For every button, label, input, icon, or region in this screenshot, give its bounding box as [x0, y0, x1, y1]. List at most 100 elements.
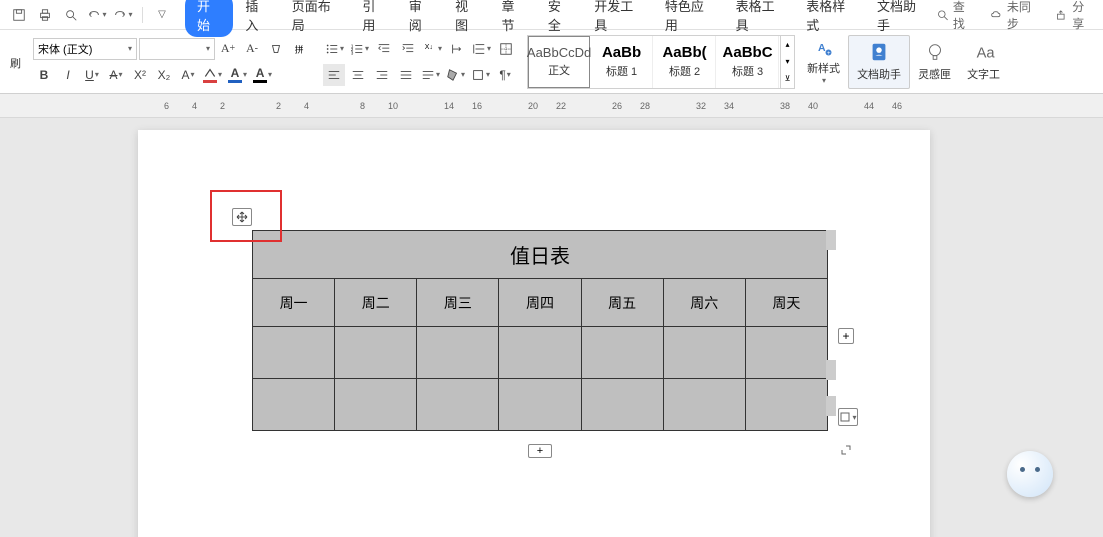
table-cell[interactable] [581, 379, 663, 431]
table-cell[interactable] [335, 379, 417, 431]
line-spacing-button[interactable]: ▾ [470, 38, 493, 60]
format-painter-button[interactable]: 刷 [10, 52, 21, 71]
search-label: 查找 [953, 0, 976, 32]
table-cell[interactable] [499, 379, 581, 431]
tab-doc-helper[interactable]: 文档助手 [867, 0, 936, 38]
table-cell[interactable] [663, 379, 745, 431]
sort-button[interactable]: X↓▾ [421, 38, 444, 60]
number-list-button[interactable]: 123▾ [348, 38, 371, 60]
font-size-combo[interactable]: ▾ [139, 38, 215, 60]
style-label: 正文 [548, 62, 570, 78]
style-down-icon[interactable]: ▾ [781, 53, 794, 70]
bold-button[interactable]: B [33, 64, 55, 86]
text-effect-button[interactable]: A▾ [177, 64, 199, 86]
superscript-button[interactable]: X² [129, 64, 151, 86]
table-cell[interactable]: 周一 [253, 279, 335, 327]
increase-indent-button[interactable] [397, 38, 419, 60]
align-center-button[interactable] [347, 64, 369, 86]
char-shading-button[interactable]: A▾ [251, 64, 274, 86]
table-cell[interactable]: 周二 [335, 279, 417, 327]
underline-button[interactable]: U▾ [81, 64, 103, 86]
save-icon[interactable] [8, 4, 30, 26]
style-heading1[interactable]: AaBb 标题 1 [591, 36, 653, 88]
table-move-handle[interactable] [232, 208, 252, 226]
tab-developer[interactable]: 开发工具 [584, 0, 653, 38]
duty-table[interactable]: 值日表 周一 周二 周三 周四 周五 周六 周天 [252, 230, 828, 431]
tab-table-tools[interactable]: 表格工具 [726, 0, 795, 38]
table-cell[interactable] [663, 327, 745, 379]
undo-icon[interactable]: ▾ [86, 4, 108, 26]
style-up-icon[interactable]: ▴ [781, 36, 794, 53]
table-cell[interactable] [335, 327, 417, 379]
table-cell[interactable] [417, 379, 499, 431]
table-cell[interactable]: 周三 [417, 279, 499, 327]
table-row-handle[interactable] [826, 360, 836, 380]
table-cell[interactable]: 周天 [745, 279, 827, 327]
assistant-avatar[interactable] [1007, 451, 1053, 497]
text-tool-button[interactable]: Aa 文字工 [959, 35, 1008, 89]
clear-format-button[interactable] [265, 38, 287, 60]
table-cell[interactable] [499, 327, 581, 379]
doc-helper-button[interactable]: 文档助手 [848, 35, 910, 89]
border-button[interactable] [495, 38, 517, 60]
horizontal-ruler[interactable]: 6 4 2 2 4 8 10 14 16 20 22 26 28 32 34 3… [140, 94, 1103, 117]
preview-icon[interactable] [60, 4, 82, 26]
table-cell[interactable]: 周六 [663, 279, 745, 327]
table-cell[interactable] [745, 379, 827, 431]
tab-security[interactable]: 安全 [538, 0, 582, 38]
sync-button[interactable]: 未同步 [990, 0, 1041, 32]
phonetic-button[interactable]: 拼 [289, 38, 311, 60]
text-tool-label: 文字工 [967, 66, 1000, 82]
search-button[interactable]: 查找 [936, 0, 976, 32]
table-row-handle[interactable] [826, 396, 836, 416]
table-cell[interactable] [581, 327, 663, 379]
table-col-handle[interactable] [826, 230, 836, 250]
increase-font-button[interactable]: A+ [217, 38, 239, 60]
align-justify-button[interactable] [395, 64, 417, 86]
tab-special[interactable]: 特色应用 [655, 0, 724, 38]
avatar-face-icon [1015, 463, 1045, 485]
page[interactable]: 值日表 周一 周二 周三 周四 周五 周六 周天 + ▾ + [138, 130, 930, 537]
subscript-button[interactable]: X₂ [153, 64, 175, 86]
inspiration-button[interactable]: 灵感匣 [910, 35, 959, 89]
table-cell[interactable] [745, 327, 827, 379]
print-icon[interactable] [34, 4, 56, 26]
style-expand-icon[interactable]: ⊻ [781, 70, 794, 87]
svg-text:3: 3 [351, 50, 354, 55]
align-right-button[interactable] [371, 64, 393, 86]
table-cell[interactable] [253, 327, 335, 379]
table-cell[interactable]: 周五 [581, 279, 663, 327]
table-cell[interactable] [417, 327, 499, 379]
table-cell[interactable]: 周四 [499, 279, 581, 327]
align-left-button[interactable] [323, 64, 345, 86]
italic-button[interactable]: I [57, 64, 79, 86]
table-resize-handle[interactable] [838, 442, 854, 458]
share-button[interactable]: 分享 [1055, 0, 1095, 32]
table-cell[interactable] [253, 379, 335, 431]
shading-button[interactable]: ▾ [444, 64, 467, 86]
highlight-button[interactable]: ▾ [201, 64, 224, 86]
table-add-col-button[interactable]: + [838, 328, 854, 344]
tab-button[interactable]: ▾ [469, 64, 492, 86]
tab-table-style[interactable]: 表格样式 [796, 0, 865, 38]
table-title-cell[interactable]: 值日表 [253, 231, 828, 279]
style-heading3[interactable]: AaBbC 标题 3 [717, 36, 779, 88]
table-options-button[interactable]: ▾ [838, 408, 858, 426]
font-color-button[interactable]: A▾ [226, 64, 249, 86]
bullet-list-button[interactable]: ▾ [323, 38, 346, 60]
style-preview: AaBbCcDd [527, 45, 591, 60]
font-name-combo[interactable]: 宋体 (正文) ▾ [33, 38, 137, 60]
ltr-button[interactable] [446, 38, 468, 60]
distribute-button[interactable]: ▾ [419, 64, 442, 86]
table-add-row-button[interactable]: + [528, 444, 552, 458]
style-normal[interactable]: AaBbCcDd 正文 [528, 36, 590, 88]
strikethrough-button[interactable]: A▾ [105, 64, 127, 86]
show-marks-button[interactable]: ¶▾ [494, 64, 516, 86]
decrease-indent-button[interactable] [373, 38, 395, 60]
style-label: 标题 1 [606, 63, 637, 79]
new-style-button[interactable]: A+ 新样式▾ [799, 35, 848, 89]
redo-icon[interactable]: ▾ [112, 4, 134, 26]
style-heading2[interactable]: AaBb( 标题 2 [654, 36, 716, 88]
menu-dropdown-icon[interactable]: ▽ [151, 4, 173, 26]
decrease-font-button[interactable]: A- [241, 38, 263, 60]
